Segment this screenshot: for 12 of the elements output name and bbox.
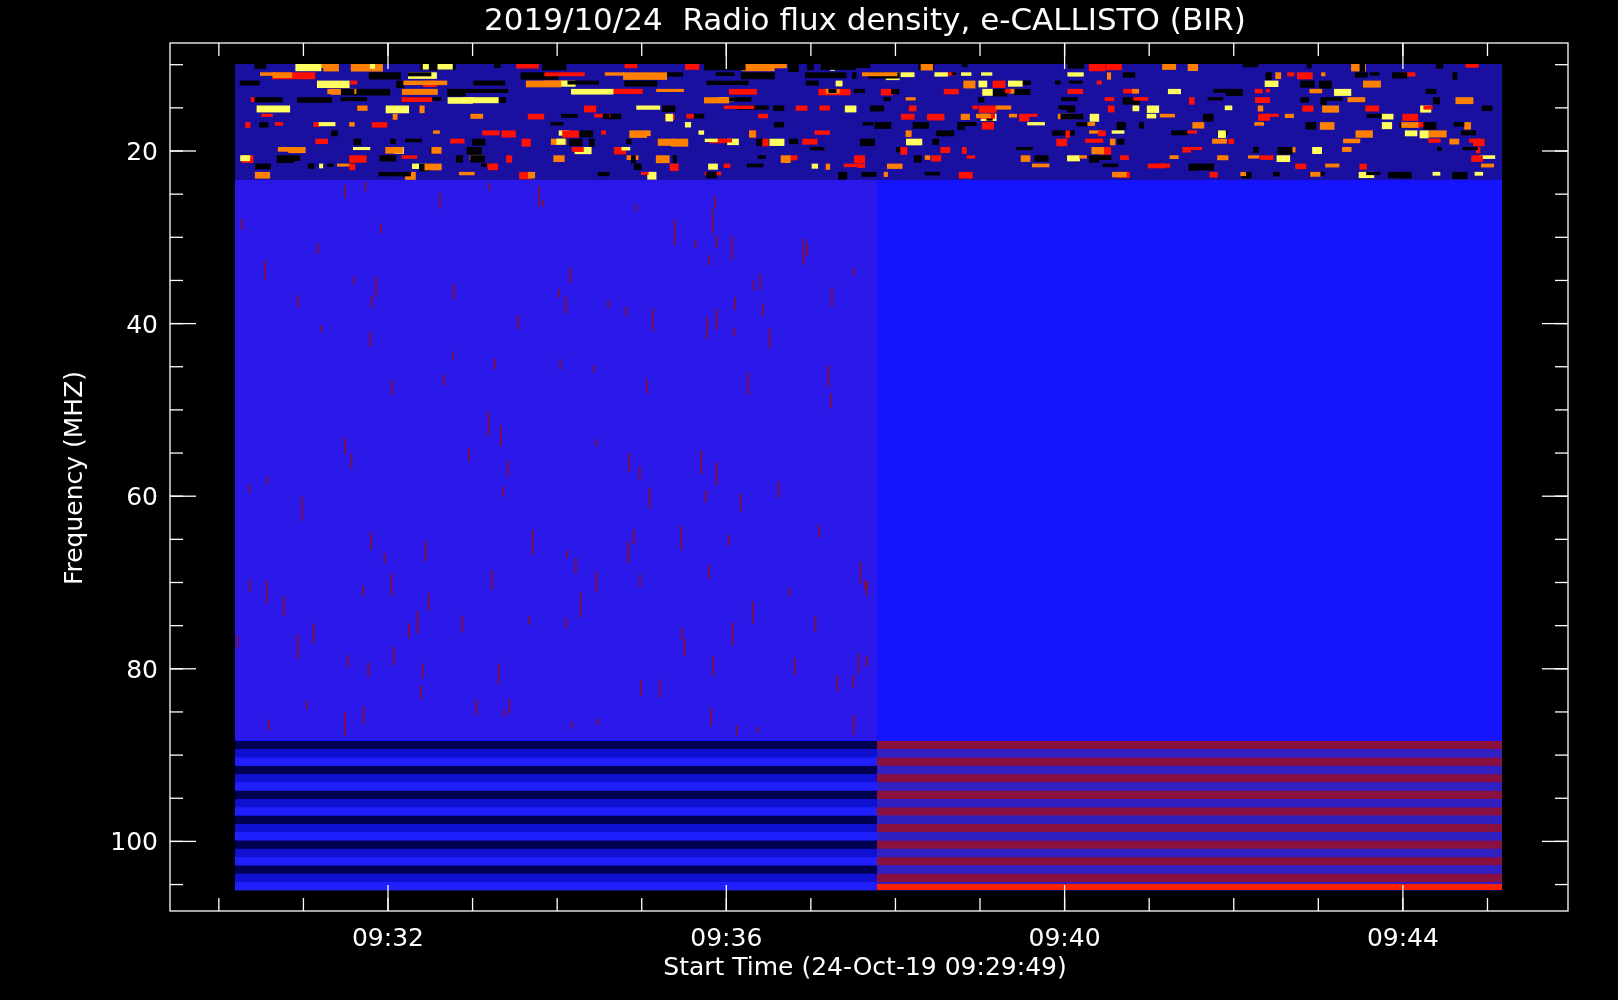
chart-title: 2019/10/24 Radio flux density, e-CALLISTO (BIR)	[484, 1, 1246, 37]
tick-label: 80	[126, 654, 158, 684]
axis-label: Start Time (24-Oct-19 09:29:49)	[663, 952, 1067, 981]
tick-label: 09:32	[352, 923, 424, 952]
tick-label: 20	[126, 137, 158, 166]
tick-label: 09:40	[1028, 923, 1101, 952]
tick-label: 100	[110, 827, 158, 857]
tick-label: 40	[126, 309, 158, 339]
tick-label: 09:44	[1366, 923, 1439, 952]
tick-label: 09:36	[690, 923, 763, 952]
tick-label: 60	[126, 482, 158, 512]
axis-label: Frequency (MHZ)	[59, 370, 88, 586]
